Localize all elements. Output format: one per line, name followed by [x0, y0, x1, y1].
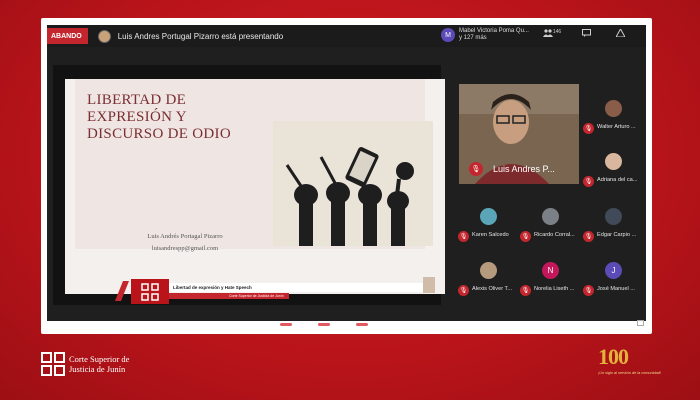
- muted-mic-icon: 🎙: [520, 285, 531, 296]
- slide-author: Luis Andrés Portagal Pizarro luisandresp…: [147, 233, 223, 252]
- participant-tile[interactable]: 🎙 Karen Salcedo: [458, 208, 518, 248]
- participants-summary: Mabel Victoria Poma Qu... y 127 más: [459, 28, 529, 41]
- activities-icon[interactable]: [610, 27, 630, 39]
- fullscreen-icon[interactable]: [637, 320, 644, 326]
- muted-mic-icon: 🎙: [458, 285, 469, 296]
- participant-tile[interactable]: 🎙 Walter Arturo ...: [583, 100, 643, 140]
- presenter-avatar: [97, 29, 111, 43]
- meeting-topbar: ABANDO Luis Andres Portugal Pizarro está…: [47, 25, 646, 47]
- participant-avatar: M: [441, 28, 455, 42]
- participants-chip[interactable]: M Mabel Victoria Poma Qu... y 127 más: [441, 28, 529, 42]
- slide-side-tab: [423, 277, 435, 293]
- participant-avatar: [605, 100, 622, 117]
- participant-name: Walter Arturo ...: [597, 124, 636, 130]
- organization-name: Corte Superior de Justicia de Junín: [69, 354, 130, 374]
- raised-fists-illustration: [273, 121, 433, 246]
- participant-avatar: J: [605, 262, 622, 279]
- participant-avatar: N: [542, 262, 559, 279]
- lock-icon[interactable]: [644, 29, 646, 39]
- muted-mic-icon: 🎙: [469, 162, 483, 176]
- muted-mic-icon: 🎙: [583, 231, 594, 242]
- toolbar-icons: 146: [542, 27, 646, 39]
- participant-avatar: [480, 208, 497, 225]
- footer-organization: Corte Superior de Justicia de Junín: [41, 352, 129, 376]
- lower-third-subtitle: Corte Superior de Justicia de Junín: [169, 293, 289, 299]
- presentation-slide: LIBERTAD DE EXPRESIÓN Y DISCURSO DE ODIO: [65, 79, 445, 294]
- lower-third-title: Libertad de expresión y Hate Speech: [169, 283, 429, 292]
- anniversary-number: 100: [598, 344, 629, 369]
- anniversary-badge: 100 ¡Un siglo al servicio de la comunida…: [598, 344, 662, 375]
- participant-tile[interactable]: 🎙 Adriana del ca...: [583, 153, 643, 193]
- chat-icon[interactable]: [576, 29, 596, 39]
- active-speaker-tile[interactable]: 🎙 Luis Andres P...: [459, 84, 579, 184]
- participant-name: Norelia Liseth ...: [534, 286, 575, 292]
- participant-name: Ricardo Corral...: [534, 232, 575, 238]
- recording-badge: ABANDO: [47, 28, 88, 44]
- muted-mic-icon: 🎙: [520, 231, 531, 242]
- muted-mic-icon: 🎙: [583, 123, 594, 134]
- control-indicator[interactable]: [280, 323, 292, 326]
- speaker-name: Luis Andres P...: [493, 164, 555, 174]
- court-logo-icon: [41, 352, 65, 376]
- court-logo-icon: [131, 279, 169, 304]
- participant-name: Alexis Oliver T...: [472, 286, 512, 292]
- muted-mic-icon: 🎙: [583, 285, 594, 296]
- banner-slash-icon: [115, 281, 129, 301]
- participant-tile[interactable]: N 🎙 Norelia Liseth ...: [520, 262, 580, 302]
- muted-mic-icon: 🎙: [583, 176, 594, 187]
- control-indicator[interactable]: [356, 323, 368, 326]
- participant-name: Karen Salcedo: [472, 232, 509, 238]
- participant-avatar: [605, 208, 622, 225]
- presenting-status: Luis Andres Portugal Pizarro está presen…: [117, 31, 284, 41]
- participant-tile[interactable]: 🎙 Ricardo Corral...: [520, 208, 580, 248]
- participant-name: Edgar Carpio ...: [597, 232, 637, 238]
- participant-tile[interactable]: J 🎙 José Manuel ...: [583, 262, 643, 302]
- participant-tile[interactable]: 🎙 Alexis Oliver T...: [458, 262, 518, 302]
- participant-name: José Manuel ...: [597, 286, 635, 292]
- participant-tile[interactable]: 🎙 Edgar Carpio ...: [583, 208, 643, 248]
- shared-screen: LIBERTAD DE EXPRESIÓN Y DISCURSO DE ODIO: [53, 65, 445, 305]
- muted-mic-icon: 🎙: [458, 231, 469, 242]
- lower-third-banner: Libertad de expresión y Hate Speech Cort…: [113, 279, 443, 304]
- participant-name: Adriana del ca...: [597, 177, 638, 183]
- anniversary-tagline: ¡Un siglo al servicio de la comunidad!: [598, 371, 661, 375]
- participant-avatar: [480, 262, 497, 279]
- slide-title: LIBERTAD DE EXPRESIÓN Y DISCURSO DE ODIO: [87, 92, 231, 142]
- call-controls: [280, 323, 368, 326]
- participant-avatar: [542, 208, 559, 225]
- control-indicator[interactable]: [318, 323, 330, 326]
- participant-avatar: [605, 153, 622, 170]
- people-icon[interactable]: 146: [542, 29, 562, 39]
